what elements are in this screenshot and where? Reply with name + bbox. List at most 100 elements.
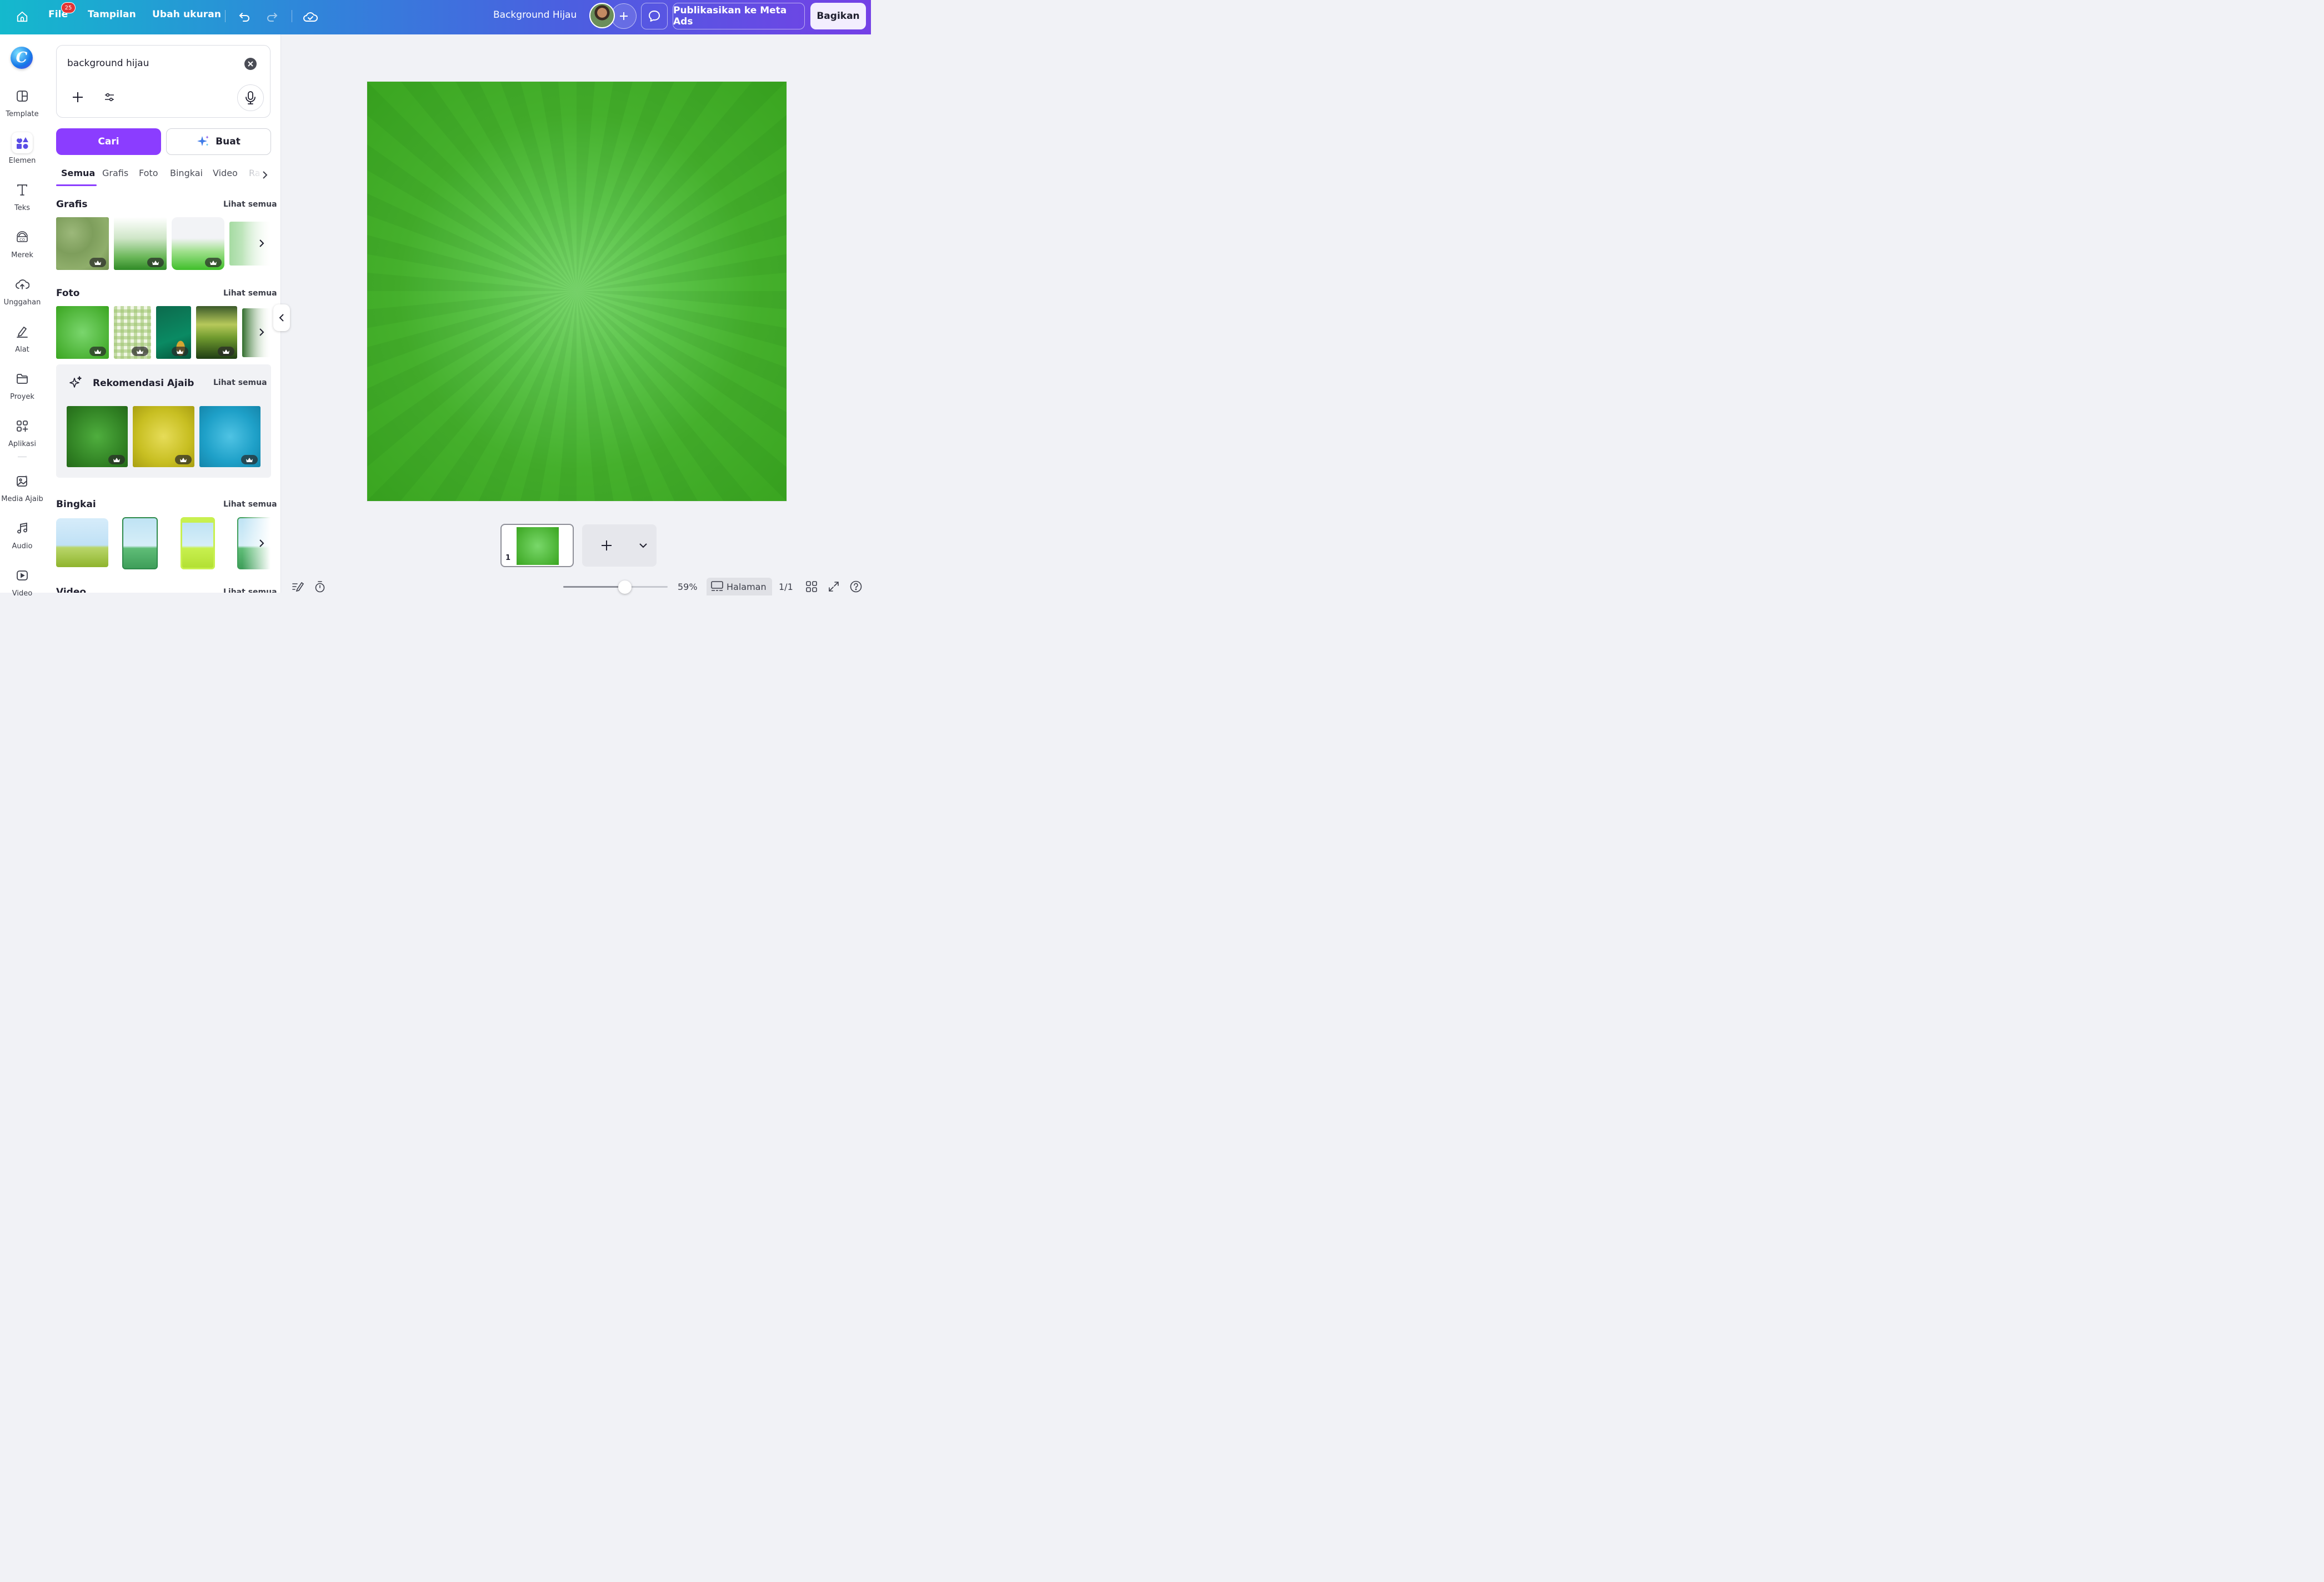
graphic-thumb[interactable] (56, 217, 109, 270)
magic-recommendations-title: Rekomendasi Ajaib (93, 378, 194, 389)
redo-button[interactable] (263, 8, 282, 27)
magic-thumb[interactable] (199, 406, 261, 467)
tab-video[interactable]: Video (213, 168, 238, 178)
publish-meta-ads-button[interactable]: Publikasikan ke Meta Ads (673, 3, 805, 29)
add-page-options[interactable] (637, 539, 650, 552)
crown-icon (246, 457, 253, 462)
cloud-save-status[interactable] (301, 8, 320, 27)
photo-thumb[interactable] (56, 306, 109, 359)
magic-thumb[interactable] (133, 406, 194, 467)
see-all-video[interactable]: Lihat semua (223, 588, 277, 593)
voice-search-button[interactable] (237, 84, 264, 111)
rail-item-template[interactable]: Template (0, 84, 44, 129)
plus-icon (73, 92, 83, 102)
photo-thumb[interactable] (156, 306, 191, 359)
tabs-scroll-right[interactable] (259, 168, 271, 182)
zoom-slider-handle[interactable] (618, 580, 632, 594)
fullscreen-button[interactable] (827, 580, 840, 593)
add-search-button[interactable] (69, 89, 86, 106)
pages-view-button[interactable]: Halaman (707, 578, 772, 595)
undo-button[interactable] (235, 8, 254, 27)
crown-icon (210, 260, 217, 265)
expand-icon (829, 582, 839, 592)
magic-thumb[interactable] (67, 406, 128, 467)
section-title-grafis: Grafis (56, 199, 88, 210)
see-all-grafis[interactable]: Lihat semua (223, 200, 277, 209)
grid-icon (806, 581, 817, 592)
tab-bingkai[interactable]: Bingkai (170, 168, 203, 178)
see-all-magic[interactable]: Lihat semua (213, 378, 267, 387)
premium-crown-badge (89, 347, 106, 356)
user-avatar[interactable] (589, 3, 615, 28)
tab-grafis[interactable]: Grafis (102, 168, 128, 178)
video-icon (17, 570, 28, 580)
tab-foto[interactable]: Foto (139, 168, 158, 178)
grid-view-button[interactable] (805, 580, 818, 593)
home-button[interactable] (12, 7, 32, 27)
chevron-right-icon (259, 539, 264, 547)
share-button[interactable]: Bagikan (810, 3, 866, 29)
canva-assistant-logo[interactable]: C (11, 47, 33, 69)
timer-button[interactable] (313, 580, 327, 593)
rail-item-audio[interactable]: Audio (0, 517, 44, 561)
filter-button[interactable] (101, 89, 118, 106)
help-icon (850, 580, 862, 593)
photos-scroll-right[interactable] (253, 324, 270, 341)
rail-item-video[interactable]: Video (0, 564, 44, 608)
rail-item-alat[interactable]: Alat (0, 320, 44, 364)
collapse-panel-button[interactable] (273, 304, 290, 331)
search-input[interactable]: background hijau (67, 58, 149, 69)
notes-icon (292, 582, 304, 592)
search-button[interactable]: Cari (56, 128, 161, 155)
add-page-button[interactable] (582, 524, 657, 567)
zoom-slider[interactable] (563, 580, 668, 594)
graphic-thumb[interactable] (172, 217, 224, 270)
rail-item-unggahan[interactable]: Unggahan (0, 273, 44, 317)
cloud-check-icon (303, 12, 318, 22)
clear-search-button[interactable] (244, 58, 257, 70)
zoom-slider-fill (563, 586, 625, 588)
view-menu[interactable]: Tampilan (88, 9, 136, 20)
frame-thumb[interactable] (122, 517, 158, 569)
notes-button[interactable] (291, 580, 304, 593)
help-button[interactable] (849, 580, 863, 593)
resize-menu[interactable]: Ubah ukuran (152, 9, 221, 20)
section-title-bingkai: Bingkai (56, 499, 96, 510)
page-count: 1/1 (779, 582, 793, 592)
frames-scroll-right[interactable] (253, 535, 270, 552)
see-all-bingkai[interactable]: Lihat semua (223, 500, 277, 509)
category-tabs: Semua Grafis Foto Bingkai Video Ra (56, 166, 273, 188)
music-icon (17, 522, 27, 534)
see-all-foto[interactable]: Lihat semua (223, 289, 277, 298)
create-button[interactable]: Buat (166, 128, 271, 155)
elements-icon (17, 137, 28, 149)
rail-item-aplikasi[interactable]: Aplikasi (0, 414, 44, 459)
graphic-thumb[interactable] (114, 217, 167, 270)
crown-icon (177, 349, 183, 354)
photo-thumb[interactable] (196, 306, 237, 359)
premium-crown-badge (241, 455, 258, 464)
rail-item-media-ajaib[interactable]: Media Ajaib (0, 469, 44, 514)
rail-item-teks[interactable]: Teks (0, 178, 44, 223)
comments-button[interactable] (641, 3, 668, 29)
zoom-percentage[interactable]: 59% (678, 582, 698, 592)
photo-thumb[interactable] (114, 306, 151, 359)
document-title[interactable]: Background Hijau (493, 9, 577, 21)
rail-item-elemen[interactable]: Elemen (0, 131, 44, 176)
search-box: background hijau (56, 45, 271, 118)
chevron-left-icon (279, 314, 284, 322)
add-page-plus[interactable] (599, 538, 614, 553)
page-thumbnail[interactable]: 1 (500, 524, 574, 567)
design-canvas[interactable] (367, 82, 787, 501)
tab-semua[interactable]: Semua (61, 168, 95, 178)
home-icon (17, 11, 28, 22)
premium-crown-badge (172, 347, 188, 356)
chevron-right-icon (259, 328, 264, 336)
crown-icon (94, 260, 101, 265)
rail-item-merek[interactable]: CO Merek (0, 226, 44, 270)
rail-item-proyek[interactable]: Proyek (0, 367, 44, 412)
timer-icon (315, 581, 325, 593)
frame-thumb[interactable] (56, 518, 108, 567)
frame-thumb[interactable] (181, 517, 215, 569)
graphics-scroll-right[interactable] (253, 235, 270, 252)
